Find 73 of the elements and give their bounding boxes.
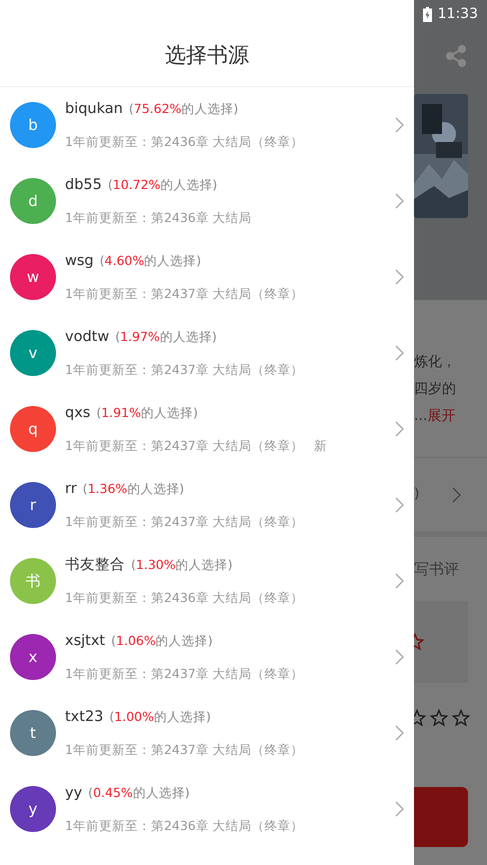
selection-share: (1.06%的人选择) bbox=[111, 632, 213, 650]
selection-share: (10.72%的人选择) bbox=[108, 176, 218, 194]
source-avatar: q bbox=[10, 406, 56, 452]
source-name: yy bbox=[65, 784, 82, 803]
star-icon bbox=[430, 709, 448, 727]
chevron-right-icon bbox=[395, 801, 404, 817]
source-avatar: b bbox=[10, 102, 56, 148]
latest-update: 1年前更新至：第2436章 大结局（终章） bbox=[65, 588, 304, 606]
source-avatar: w bbox=[10, 254, 56, 300]
source-item[interactable]: q qxs (1.91%的人选择) 1年前更新至：第2437章 大结局（终章） 新 bbox=[0, 391, 414, 467]
source-name: vodtw bbox=[65, 328, 110, 347]
source-avatar: t bbox=[10, 710, 56, 756]
description-text: 四岁的 bbox=[414, 380, 457, 399]
selection-share: (1.30%的人选择) bbox=[131, 556, 232, 574]
latest-update: 1年前更新至：第2437章 大结局（终章） bbox=[65, 740, 304, 758]
source-item[interactable]: y yy (0.45%的人选择) 1年前更新至：第2436章 大结局（终章） bbox=[0, 771, 414, 847]
chevron-right-icon bbox=[395, 193, 404, 209]
source-name: db55 bbox=[65, 176, 102, 195]
selection-share: (1.36%的人选择) bbox=[82, 480, 184, 498]
selection-share: (75.62%的人选择) bbox=[128, 100, 238, 118]
latest-update: 1年前更新至：第2437章 大结局（终章） bbox=[65, 436, 304, 454]
source-item[interactable]: r rr (1.36%的人选择) 1年前更新至：第2437章 大结局（终章） bbox=[0, 467, 414, 543]
star-icon bbox=[452, 709, 470, 727]
source-item[interactable]: 书 书友整合 (1.30%的人选择) 1年前更新至：第2436章 大结局（终章） bbox=[0, 543, 414, 619]
source-item[interactable]: t txt23 (1.00%的人选择) 1年前更新至：第2437章 大结局（终章） bbox=[0, 695, 414, 771]
chevron-right-icon bbox=[452, 486, 461, 502]
ellipsis: ... bbox=[414, 407, 428, 426]
chevron-right-icon bbox=[395, 345, 404, 361]
latest-update: 1年前更新至：第2437章 大结局（终章） bbox=[65, 284, 304, 302]
selection-share: (1.97%的人选择) bbox=[115, 328, 217, 346]
selection-share: (0.45%的人选择) bbox=[88, 784, 190, 802]
selection-share: (1.00%的人选择) bbox=[109, 708, 211, 726]
source-item[interactable]: x xsjtxt (1.06%的人选择) 1年前更新至：第2437章 大结局（终章） bbox=[0, 619, 414, 695]
source-avatar: 书 bbox=[10, 558, 56, 604]
source-avatar: y bbox=[10, 786, 56, 832]
latest-update: 1年前更新至：第2436章 大结局（终章） bbox=[65, 816, 304, 834]
share-icon[interactable] bbox=[446, 45, 466, 67]
chevron-right-icon bbox=[395, 269, 404, 285]
chevron-right-icon bbox=[395, 649, 404, 665]
latest-update: 1年前更新至：第2437章 大结局（终章） bbox=[65, 512, 304, 530]
new-tag: 新 bbox=[314, 436, 327, 456]
source-name: txt23 bbox=[65, 708, 104, 727]
source-item[interactable]: d db55 (10.72%的人选择) 1年前更新至：第2436章 大结局 bbox=[0, 163, 414, 239]
description-text: 炼化， bbox=[414, 353, 457, 372]
source-name: 书友整合 bbox=[65, 556, 125, 575]
source-avatar: d bbox=[10, 178, 56, 224]
source-avatar: r bbox=[10, 482, 56, 528]
source-avatar: x bbox=[10, 634, 56, 680]
source-item[interactable]: b biqukan (75.62%的人选择) 1年前更新至：第2436章 大结局（终章） bbox=[0, 87, 414, 163]
source-avatar: v bbox=[10, 330, 56, 376]
source-item[interactable]: v vodtw (1.97%的人选择) 1年前更新至：第2437章 大结局（终章） bbox=[0, 315, 414, 391]
source-name: rr bbox=[65, 480, 77, 499]
chevron-right-icon bbox=[395, 725, 404, 741]
row-fragment: ) bbox=[414, 485, 420, 504]
source-name: wsg bbox=[65, 252, 94, 271]
source-name: qxs bbox=[65, 404, 90, 423]
latest-update: 1年前更新至：第2436章 大结局（终章） bbox=[65, 132, 304, 150]
chevron-right-icon bbox=[395, 421, 404, 437]
chevron-right-icon bbox=[395, 117, 404, 133]
latest-update: 1年前更新至：第2437章 大结局（终章） bbox=[65, 664, 304, 682]
source-item[interactable]: w wsg (4.60%的人选择) 1年前更新至：第2437章 大结局（终章） bbox=[0, 239, 414, 315]
source-name: xsjtxt bbox=[65, 632, 106, 651]
chevron-right-icon bbox=[395, 497, 404, 513]
latest-update: 1年前更新至：第2437章 大结局（终章） bbox=[65, 360, 304, 378]
source-name: biqukan bbox=[65, 100, 123, 119]
chevron-right-icon bbox=[395, 573, 404, 589]
action-button[interactable] bbox=[414, 787, 468, 847]
battery-icon bbox=[422, 6, 432, 22]
drawer-title: 选择书源 bbox=[165, 42, 249, 70]
selection-share: (1.91%的人选择) bbox=[96, 404, 198, 422]
latest-update: 1年前更新至：第2436章 大结局 bbox=[65, 208, 252, 226]
status-time: 11:33 bbox=[438, 4, 478, 24]
selection-share: (4.60%的人选择) bbox=[100, 252, 202, 270]
